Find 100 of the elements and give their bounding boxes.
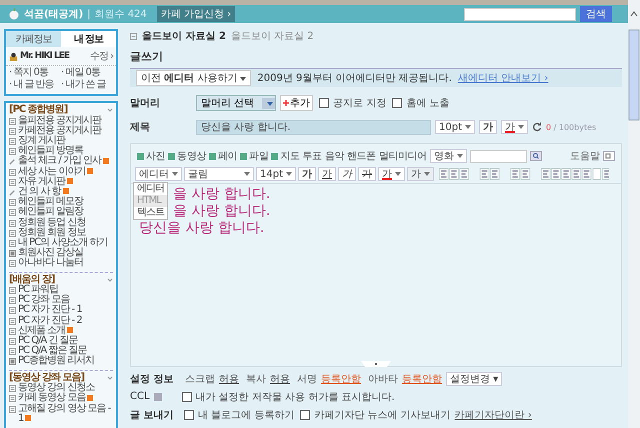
underline-button[interactable]: 가 xyxy=(318,167,336,181)
scrollbar[interactable] xyxy=(628,0,640,428)
board-link[interactable]: 징계 게시판 xyxy=(18,136,66,146)
text-color-button[interactable]: 가 xyxy=(501,120,528,134)
board-link[interactable]: 헤인들피 방명록 xyxy=(18,146,84,156)
font-size-select[interactable]: 10pt xyxy=(435,120,475,134)
sidebar-tab[interactable]: 카페정보 xyxy=(6,31,61,47)
caret-icon xyxy=(424,172,430,176)
insert-button[interactable]: 지도 xyxy=(271,149,300,163)
menu-item[interactable]: 에디터 xyxy=(134,183,167,195)
setting-link[interactable]: 허용 xyxy=(219,372,239,386)
search-button[interactable]: 검색 xyxy=(580,6,612,22)
board-link[interactable]: PC종합병원 리서치 xyxy=(18,356,94,367)
search-icon[interactable] xyxy=(530,151,542,161)
bold-button[interactable]: 가 xyxy=(479,120,497,134)
board-link[interactable]: 자유 게시판 xyxy=(18,176,74,187)
strikethrough-button[interactable]: 가 xyxy=(358,167,376,181)
profile-link[interactable]: · 내 글 반응 xyxy=(9,79,61,91)
settings-label: 설정 정보 xyxy=(130,372,174,386)
change-settings-button[interactable]: 설정변경 ▾ xyxy=(446,372,502,386)
checkbox[interactable] xyxy=(319,98,330,108)
board-link[interactable]: 출석 체크 / 가입 인사 xyxy=(18,156,110,167)
checkbox-label[interactable]: 내 블로그에 등록하기 xyxy=(198,408,294,422)
board-icon xyxy=(9,348,16,356)
window-icon[interactable] xyxy=(603,151,615,161)
board-link[interactable]: 고해질 강의 영상 모음 - 1 xyxy=(18,404,113,424)
insert-button[interactable]: 동영상 xyxy=(168,149,206,163)
board-link[interactable]: PC 자가 진단 - 1 xyxy=(18,305,82,316)
editor-version-dropdown[interactable]: 이전 에디터 사용하기 xyxy=(136,70,252,86)
resize-handle-icon[interactable] xyxy=(361,361,391,367)
bold-button[interactable]: 가 xyxy=(298,167,316,181)
editor-mode-dropdown[interactable]: 에디터 xyxy=(135,167,182,181)
profile-link[interactable]: · 내가 쓴 글 xyxy=(61,79,113,91)
board-link[interactable]: 세상 사는 이야기 xyxy=(18,166,94,177)
insert-button[interactable]: 멀티미디어 xyxy=(378,149,427,163)
board-link[interactable]: PC Q/A 긴 질문 xyxy=(18,336,78,346)
board-link[interactable]: 정회원 등업 신청 xyxy=(18,218,86,228)
board-link[interactable]: 동영상 강의 신청소 xyxy=(18,383,94,394)
board-link[interactable]: PC 자가 진단 - 2 xyxy=(18,316,82,326)
prefix-select[interactable]: 말머리 선택 xyxy=(196,95,276,111)
font-select[interactable]: 굴림 xyxy=(184,167,254,181)
board-link[interactable]: PC Q/A 짧은 질문 xyxy=(18,346,87,356)
add-button[interactable]: 추가 xyxy=(280,95,314,111)
board-link[interactable]: PC 강좌 모음 xyxy=(18,295,70,306)
category-title[interactable]: [동영상 강좌 모음] xyxy=(9,372,84,384)
checkbox-label[interactable]: 공지로 지정 xyxy=(333,96,386,110)
caret-icon[interactable] xyxy=(107,376,113,380)
checkbox-label[interactable]: 내가 설정한 저작물 사용 허가를 표시합니다. xyxy=(196,390,395,404)
search-field[interactable] xyxy=(470,150,527,162)
board-link[interactable]: PC 파워팁 xyxy=(18,285,58,296)
board-link[interactable]: 헤인들피 알림장 xyxy=(18,207,84,218)
checkbox[interactable] xyxy=(300,410,310,420)
profile-link[interactable]: · 메일 0통 xyxy=(61,67,113,79)
sidebar-tab[interactable]: 내 정보 xyxy=(61,31,116,47)
checkbox[interactable] xyxy=(182,392,192,402)
caret-icon xyxy=(240,77,246,81)
insert-button[interactable]: 페이 xyxy=(209,149,238,163)
setting-link[interactable]: 허용 xyxy=(270,372,290,386)
board-link[interactable]: 내 PC의 사양소개 하기 xyxy=(18,238,108,248)
formatting-icons-drawing[interactable] xyxy=(439,168,609,180)
subject-field[interactable]: 당신을 사랑 합니다. xyxy=(196,120,431,134)
italic-button[interactable]: 가 xyxy=(338,167,356,181)
category-title[interactable]: [배움의 장] xyxy=(9,274,55,286)
board-link[interactable]: 건 의 사 항 xyxy=(18,186,69,198)
menu-item[interactable]: 텍스트 xyxy=(134,207,167,219)
category-title[interactable]: [PC 종합병원] xyxy=(9,105,68,116)
board-link[interactable]: 올피전용 공지게시판 xyxy=(18,116,102,126)
font-size-select[interactable]: 14pt xyxy=(256,167,296,181)
edit-link[interactable]: 수정 › xyxy=(90,49,113,63)
checkbox[interactable] xyxy=(392,98,402,108)
insert-button[interactable]: 음악 xyxy=(324,149,344,163)
insert-button[interactable]: 파일 xyxy=(240,149,268,163)
refresh-icon[interactable] xyxy=(532,122,542,132)
board-link[interactable]: 신제품 소개 xyxy=(18,326,74,336)
board-icon xyxy=(9,118,16,124)
board-link[interactable]: 카페 동영상 모음 xyxy=(18,393,94,404)
board-link[interactable]: 정회원 회원 정보 xyxy=(18,228,86,238)
profile-link[interactable]: · 쪽지 0통 xyxy=(9,67,61,79)
help-link[interactable]: 도움말 xyxy=(570,149,600,163)
caret-icon xyxy=(465,125,471,129)
album-icon xyxy=(9,250,16,258)
caret-icon xyxy=(456,154,463,158)
text-color-button[interactable]: 가 xyxy=(378,167,405,181)
highlight-button[interactable]: 가 xyxy=(407,167,434,181)
caret-icon[interactable] xyxy=(107,278,113,282)
insert-button[interactable]: 투표 xyxy=(302,149,322,163)
info-link[interactable]: 카페기자단이란 › xyxy=(454,408,532,422)
caret-icon[interactable] xyxy=(107,108,113,112)
board-link[interactable]: 회원사진 감상실 xyxy=(18,248,84,258)
board-link[interactable]: 아나바다 나눔터 xyxy=(18,258,84,269)
insert-button[interactable]: 사진 xyxy=(137,149,166,163)
board-link[interactable]: 카페전용 공지게시판 xyxy=(18,126,102,136)
join-cafe-button[interactable]: 카페 가입신청 › xyxy=(156,6,236,22)
board-link[interactable]: 헤인들피 메모장 xyxy=(18,197,84,208)
checkbox-label[interactable]: 카페기자단 뉴스에 기사보내기 xyxy=(314,408,451,422)
checkbox[interactable] xyxy=(184,410,194,420)
search-field[interactable] xyxy=(464,8,576,20)
checkbox-label[interactable]: 홈에 노출 xyxy=(406,96,450,110)
category-select[interactable]: 영화 xyxy=(430,149,467,163)
insert-button[interactable]: 핸드폰 xyxy=(347,149,376,163)
